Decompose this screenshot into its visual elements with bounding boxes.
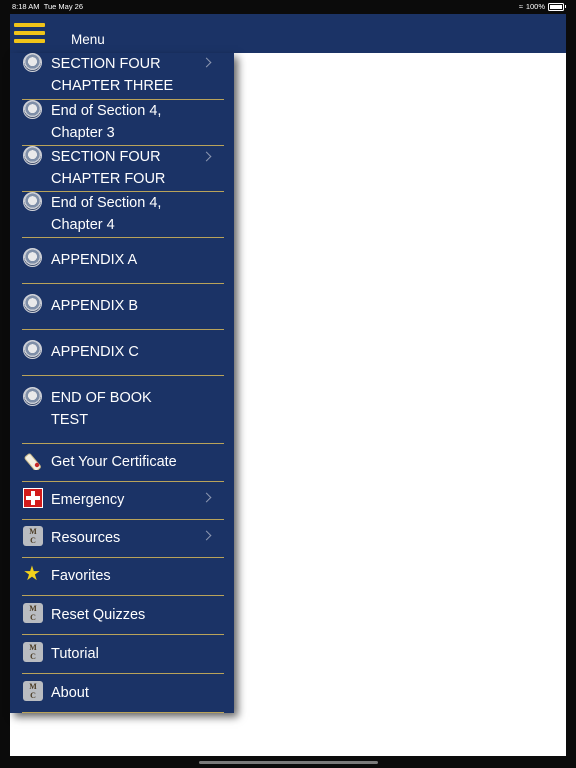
navy-seal-icon — [23, 340, 42, 359]
menu-item-label-line2: CHAPTER FOUR — [51, 171, 166, 187]
menu-item[interactable]: END OF BOOK TEST — [22, 375, 224, 444]
chevron-right-icon — [201, 57, 212, 68]
wifi-icon: ≈ — [518, 2, 523, 11]
menu-item-label: Tutorial — [51, 646, 99, 662]
menu-item[interactable]: ★ Favorites — [22, 557, 224, 596]
mc-logo-icon: MC — [23, 681, 43, 701]
menu-item[interactable]: APPENDIX B — [22, 283, 224, 330]
menu-item-label: SECTION FOUR — [51, 56, 161, 72]
menu-item[interactable]: APPENDIX A — [22, 237, 224, 284]
navy-seal-icon — [23, 294, 42, 313]
status-time: 8:18 AM Tue May 26 — [12, 2, 84, 11]
menu-item-label: About — [51, 685, 89, 701]
navigation-bar: Menu — [10, 14, 566, 53]
menu-item-label: APPENDIX B — [51, 298, 139, 314]
mc-logo-icon: MC — [23, 526, 43, 546]
menu-item[interactable]: APPENDIX C — [22, 329, 224, 376]
menu-item-label: SECTION FOUR — [51, 149, 161, 165]
menu-item[interactable]: End of Section 4, Chapter 3 — [22, 99, 224, 146]
mc-logo-letter: M — [29, 604, 37, 613]
battery-percent: 100% — [525, 2, 545, 11]
nav-title: Menu — [71, 32, 105, 47]
hamburger-menu-button[interactable] — [14, 23, 45, 45]
menu-item-label-line2: Chapter 4 — [51, 217, 115, 233]
menu-item-label-line2: TEST — [51, 412, 89, 428]
status-right: ≈ 100% — [518, 2, 566, 11]
menu-item-label: End of Section 4, — [51, 103, 162, 119]
menu-item-label: Resources — [51, 530, 121, 546]
chevron-right-icon — [201, 530, 212, 541]
menu-item-label: Favorites — [51, 568, 111, 584]
menu-item[interactable]: End of Section 4, Chapter 4 — [22, 191, 224, 238]
chevron-right-icon — [201, 492, 212, 503]
mc-logo-letter: M — [29, 643, 37, 652]
menu-item[interactable]: M C Tutorial — [22, 634, 224, 674]
menu-item-label: APPENDIX A — [51, 252, 138, 268]
mc-logo-letter: C — [30, 691, 36, 700]
menu-item-label: Emergency — [51, 492, 125, 508]
menu-item-label: END OF BOOK — [51, 390, 152, 406]
chevron-right-icon — [201, 151, 212, 162]
navy-seal-icon — [23, 387, 42, 406]
menu-item[interactable]: M C Reset Quizzes — [22, 595, 224, 635]
mc-logo-icon: MC — [23, 603, 43, 623]
mc-logo-icon: MC — [23, 642, 43, 662]
certificate-scroll-icon — [24, 453, 41, 470]
menu-item-label: Reset Quizzes — [51, 607, 146, 623]
menu-item[interactable]: M C About — [22, 673, 224, 713]
menu-item-label-line2: CHAPTER THREE — [51, 78, 174, 94]
navy-seal-icon — [23, 146, 42, 165]
navy-seal-icon — [23, 53, 42, 72]
battery-icon — [548, 2, 566, 11]
home-indicator — [199, 761, 378, 764]
red-cross-icon — [23, 488, 43, 508]
menu-item[interactable]: SECTION FOUR CHAPTER FOUR — [22, 145, 224, 192]
menu-item-label-line2: Chapter 3 — [51, 125, 115, 141]
menu-item[interactable]: SECTION FOUR CHAPTER THREE — [22, 53, 224, 100]
menu-item-label: Get Your Certificate — [51, 454, 177, 470]
menu-item[interactable]: M C Resources — [22, 519, 224, 558]
menu-item[interactable]: Emergency — [22, 481, 224, 520]
menu-item[interactable]: Get Your Certificate — [22, 443, 224, 482]
menu-item-label: APPENDIX C — [51, 344, 139, 360]
navy-seal-icon — [23, 248, 42, 267]
mc-logo-letter: C — [30, 536, 36, 545]
side-menu-drawer[interactable]: SECTION FOUR CHAPTER THREE End of Section … — [10, 53, 234, 713]
star-icon: ★ — [23, 563, 41, 585]
navy-seal-icon — [23, 100, 42, 119]
mc-logo-letter: M — [29, 527, 37, 536]
navy-seal-icon — [23, 192, 42, 211]
mc-logo-letter: C — [30, 652, 36, 661]
status-bar: 8:18 AM Tue May 26 ≈ 100% — [0, 0, 576, 13]
mc-logo-letter: M — [29, 682, 37, 691]
mc-logo-letter: C — [30, 613, 36, 622]
menu-item-label: End of Section 4, — [51, 195, 162, 211]
